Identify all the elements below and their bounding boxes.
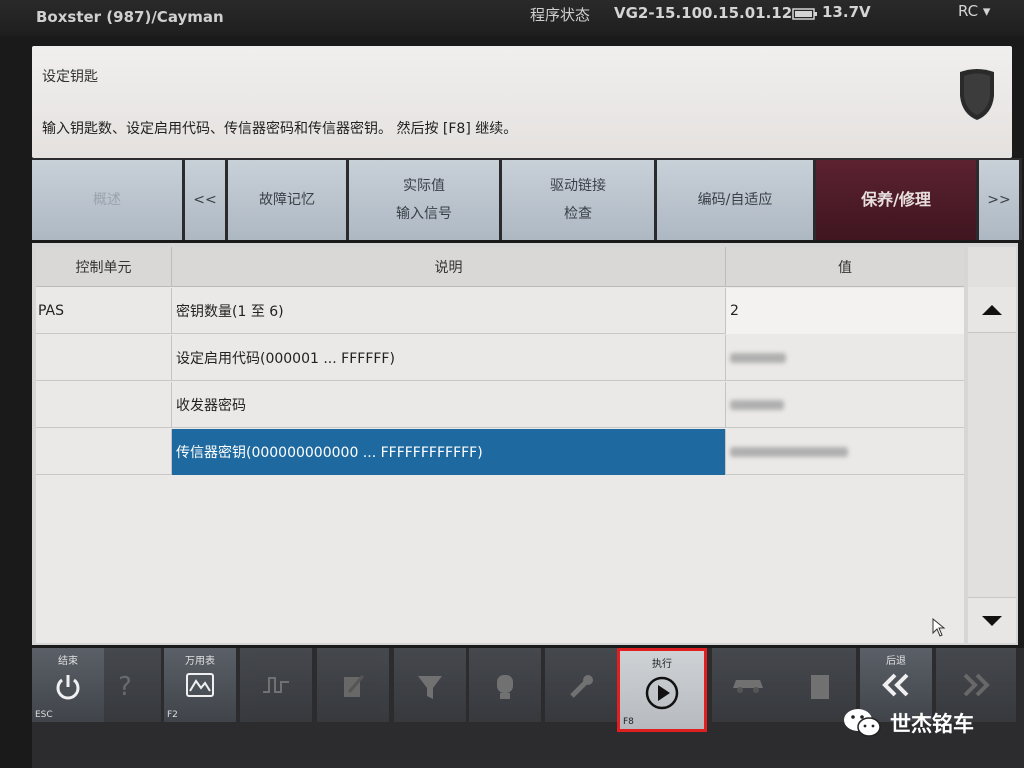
table-row[interactable]: 收发器密码	[36, 382, 964, 428]
funnel-icon	[418, 676, 442, 699]
oscilloscope-button[interactable]	[240, 648, 312, 722]
tab-bar: 概述 << 故障记忆 实际值 输入信号 驱动链接 检查 编码/自适应 保养/修理…	[32, 158, 1022, 240]
tab-prev[interactable]: <<	[185, 160, 225, 240]
play-icon	[645, 676, 679, 710]
table-row-selected[interactable]: 传信器密钥(000000000000 ... FFFFFFFFFFFF)	[36, 429, 964, 475]
signal-icon	[263, 677, 289, 693]
blurred-value	[730, 353, 786, 363]
power-icon	[56, 675, 80, 700]
cell-description: 设定启用代码(000001 ... FFFFFF)	[172, 335, 726, 381]
program-status-label: 程序状态	[530, 6, 591, 24]
notes-button[interactable]	[317, 648, 389, 722]
cell-description: 传信器密钥(000000000000 ... FFFFFFFFFFFF)	[172, 429, 726, 475]
pencil-icon	[344, 675, 365, 697]
cell-unit	[36, 429, 172, 475]
execute-button[interactable]: 执行 F8	[617, 648, 707, 732]
car-icon	[733, 680, 763, 693]
multimeter-icon	[186, 673, 214, 697]
double-chevron-left-icon	[882, 673, 909, 697]
software-version: VG2-15.100.15.01.12	[614, 4, 793, 22]
cell-value-input[interactable]	[726, 429, 964, 475]
document-icon	[811, 675, 829, 699]
wechat-icon	[844, 709, 881, 737]
blurred-value	[730, 447, 848, 457]
cell-unit	[36, 335, 172, 381]
mouse-cursor-icon	[932, 618, 946, 637]
tab-coding-adaptation[interactable]: 编码/自适应	[657, 160, 813, 240]
multimeter-button[interactable]: 万用表 F2	[164, 648, 236, 722]
wechat-watermark: 世杰铭车	[842, 706, 974, 740]
cell-unit: PAS	[36, 288, 172, 334]
vehicle-title: Boxster (987)/Cayman	[36, 8, 224, 26]
help-button[interactable]: ?	[89, 648, 161, 722]
car-button[interactable]	[712, 648, 784, 722]
question-icon: ?	[118, 672, 132, 702]
table-row[interactable]: PAS 密钥数量(1 至 6) 2	[36, 288, 964, 334]
cell-value-input[interactable]: 2	[726, 288, 964, 334]
scroll-down-button[interactable]	[968, 597, 1016, 643]
rc-menu[interactable]: RC ▾	[958, 2, 990, 20]
battery-voltage: 13.7V	[822, 3, 871, 21]
battery-icon	[792, 8, 817, 20]
tab-actual-values[interactable]: 实际值 输入信号	[349, 160, 499, 240]
scroll-up-button[interactable]	[968, 287, 1016, 333]
cell-value-input[interactable]	[726, 335, 964, 381]
table-panel: 控制单元 说明 值 PAS 密钥数量(1 至 6) 2 设定启用代码(00000…	[32, 243, 1018, 645]
table-row[interactable]: 设定启用代码(000001 ... FFFFFF)	[36, 335, 964, 381]
scrollbar[interactable]	[968, 247, 1016, 643]
tab-maintenance-repair[interactable]: 保养/修理	[816, 160, 976, 240]
column-header-unit: 控制单元	[36, 247, 172, 287]
key-settings-table: 控制单元 说明 值 PAS 密钥数量(1 至 6) 2 设定启用代码(00000…	[36, 247, 964, 643]
print-button[interactable]	[469, 648, 541, 722]
tab-fault-memory[interactable]: 故障记忆	[228, 160, 346, 240]
bulb-icon	[497, 675, 513, 699]
blurred-value	[730, 400, 784, 410]
cell-value-input[interactable]	[726, 382, 964, 428]
cell-description: 收发器密码	[172, 382, 726, 428]
triangle-down-icon	[982, 615, 1002, 626]
watermark-text: 世杰铭车	[890, 712, 974, 736]
tab-next[interactable]: >>	[979, 160, 1019, 240]
column-header-description: 说明	[172, 247, 726, 287]
header-panel: 设定钥匙 输入钥匙数、设定启用代码、传信器密码和传信器密钥。 然后按 [F8] …	[32, 46, 1012, 158]
top-status-bar: Boxster (987)/Cayman 程序状态 VG2-15.100.15.…	[0, 0, 1024, 36]
page-title: 设定钥匙	[42, 69, 98, 85]
porsche-crest-icon	[960, 69, 994, 120]
double-chevron-right-icon	[963, 673, 990, 697]
triangle-up-icon	[982, 304, 1002, 315]
filter-button[interactable]	[394, 648, 466, 722]
cell-description: 密钥数量(1 至 6)	[172, 288, 726, 334]
table-header: 控制单元 说明 值	[36, 247, 964, 287]
column-header-value: 值	[838, 260, 852, 276]
wrench-icon	[570, 675, 593, 698]
instruction-text: 输入钥匙数、设定启用代码、传信器密码和传信器密钥。 然后按 [F8] 继续。	[42, 121, 518, 137]
tools-button[interactable]	[545, 648, 617, 722]
tab-drive-link-check[interactable]: 驱动链接 检查	[502, 160, 654, 240]
cell-unit	[36, 382, 172, 428]
tab-overview[interactable]: 概述	[32, 160, 182, 240]
